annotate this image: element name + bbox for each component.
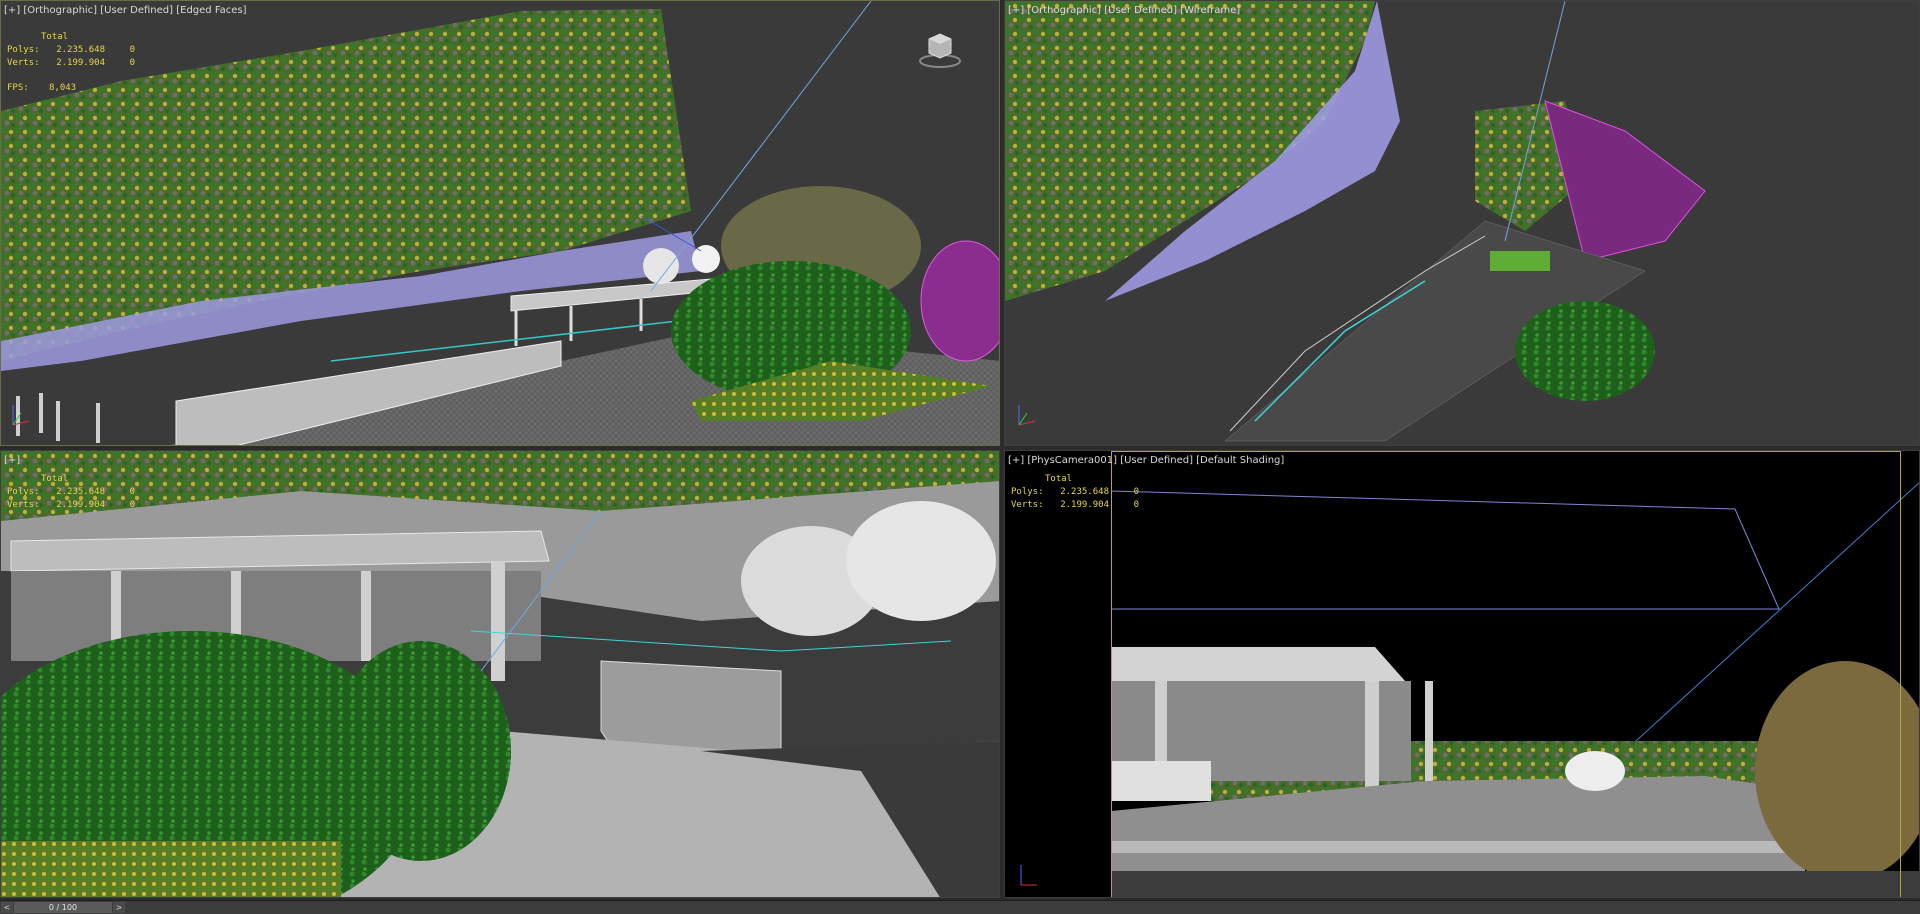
scene-statistics: Total Polys: 2.235.648 0 Verts: 2.199.90… xyxy=(7,473,135,512)
safe-frame xyxy=(1111,451,1901,897)
viewport-view-menu[interactable]: [PhysCamera001] xyxy=(1027,455,1117,466)
scene-statistics: Total Polys: 2.235.648 0 Verts: 2.199.90… xyxy=(1011,473,1139,512)
viewcube-icon[interactable] xyxy=(917,29,963,69)
prev-frame-button[interactable]: < xyxy=(1,902,13,913)
stats-polys-value: 2.235.648 xyxy=(56,45,105,55)
stats-polys-selected: 0 xyxy=(129,487,135,497)
viewport-menu-plus[interactable]: [+] xyxy=(4,455,20,466)
scene-statistics: Total Polys: 2.235.648 0 Verts: 2.199.90… xyxy=(7,31,135,95)
axis-tripod-icon xyxy=(1020,865,1037,886)
stats-polys-label: Polys: xyxy=(7,487,40,497)
stats-polys-value: 2.235.648 xyxy=(1060,487,1109,497)
viewport-label[interactable]: [+] [PhysCamera001] [User Defined] [Defa… xyxy=(1008,455,1284,466)
stats-verts-selected: 0 xyxy=(129,58,135,68)
viewport-view-menu[interactable]: [Orthographic] xyxy=(1027,5,1101,16)
viewport-mode-menu[interactable]: [User Defined] xyxy=(1120,455,1193,466)
scene-render xyxy=(1,1,999,445)
time-slider-bar: < 0 / 100 > xyxy=(0,900,1920,914)
viewport-menu-plus[interactable]: [+] xyxy=(1008,5,1024,16)
stats-polys-row: Polys: 2.235.648 0 xyxy=(1011,486,1139,499)
viewport-mode-menu[interactable]: [User Defined] xyxy=(100,5,173,16)
viewport-label[interactable]: [+] xyxy=(4,455,20,466)
viewport-shading-menu[interactable]: [Default Shading] xyxy=(1196,455,1284,466)
stats-polys-value: 2.235.648 xyxy=(56,487,105,497)
stats-verts-selected: 0 xyxy=(129,500,135,510)
viewport-mode-menu[interactable]: [User Defined] xyxy=(1104,5,1177,16)
viewport-top-right[interactable]: [+] [Orthographic] [User Defined] [Wiref… xyxy=(1004,0,1920,446)
stats-fps-value: 8,043 xyxy=(49,83,77,93)
stats-polys-label: Polys: xyxy=(7,45,40,55)
stats-polys-selected: 0 xyxy=(129,45,135,55)
stats-verts-label: Verts: xyxy=(7,500,40,510)
viewport-label[interactable]: [+] [Orthographic] [User Defined] [Wiref… xyxy=(1008,5,1240,16)
stats-verts-row: Verts: 2.199.904 0 xyxy=(7,499,135,512)
stats-fps-label: FPS: xyxy=(7,83,29,93)
time-slider[interactable]: 0 / 100 xyxy=(14,902,112,913)
viewport-top-left[interactable]: [+] [Orthographic] [User Defined] [Edged… xyxy=(0,0,1000,446)
viewport-bottom-left[interactable]: [+] Total Polys: 2.235.648 0 Verts: 2.19… xyxy=(0,450,1000,898)
stats-header: Total xyxy=(1045,474,1073,484)
stats-verts-row: Verts: 2.199.904 0 xyxy=(7,57,135,70)
scene-render xyxy=(1005,1,1919,445)
viewport-shading-menu[interactable]: [Edged Faces] xyxy=(176,5,246,16)
stats-verts-label: Verts: xyxy=(7,58,40,68)
stats-header: Total xyxy=(41,32,69,42)
stats-verts-selected: 0 xyxy=(1133,500,1139,510)
stats-header: Total xyxy=(41,474,69,484)
next-frame-button[interactable]: > xyxy=(113,902,125,913)
stats-polys-label: Polys: xyxy=(1011,487,1044,497)
scene-render xyxy=(1,451,999,897)
stats-polys-row: Polys: 2.235.648 0 xyxy=(7,486,135,499)
stats-polys-row: Polys: 2.235.648 0 xyxy=(7,44,135,57)
axis-tripod-icon xyxy=(1018,405,1036,426)
viewport-shading-menu[interactable]: [Wireframe] xyxy=(1180,5,1240,16)
viewport-menu-plus[interactable]: [+] xyxy=(1008,455,1024,466)
stats-polys-selected: 0 xyxy=(1133,487,1139,497)
viewport-menu-plus[interactable]: [+] xyxy=(4,5,20,16)
stats-fps-row: FPS: 8,043 xyxy=(7,82,135,95)
axis-tripod-icon xyxy=(12,405,30,426)
stats-verts-value: 2.199.904 xyxy=(56,500,105,510)
stats-verts-label: Verts: xyxy=(1011,500,1044,510)
stats-verts-value: 2.199.904 xyxy=(56,58,105,68)
viewport-label[interactable]: [+] [Orthographic] [User Defined] [Edged… xyxy=(4,5,247,16)
stats-verts-value: 2.199.904 xyxy=(1060,500,1109,510)
viewport-view-menu[interactable]: [Orthographic] xyxy=(23,5,97,16)
stats-verts-row: Verts: 2.199.904 0 xyxy=(1011,499,1139,512)
viewport-bottom-right[interactable]: [+] [PhysCamera001] [User Defined] [Defa… xyxy=(1004,450,1920,898)
